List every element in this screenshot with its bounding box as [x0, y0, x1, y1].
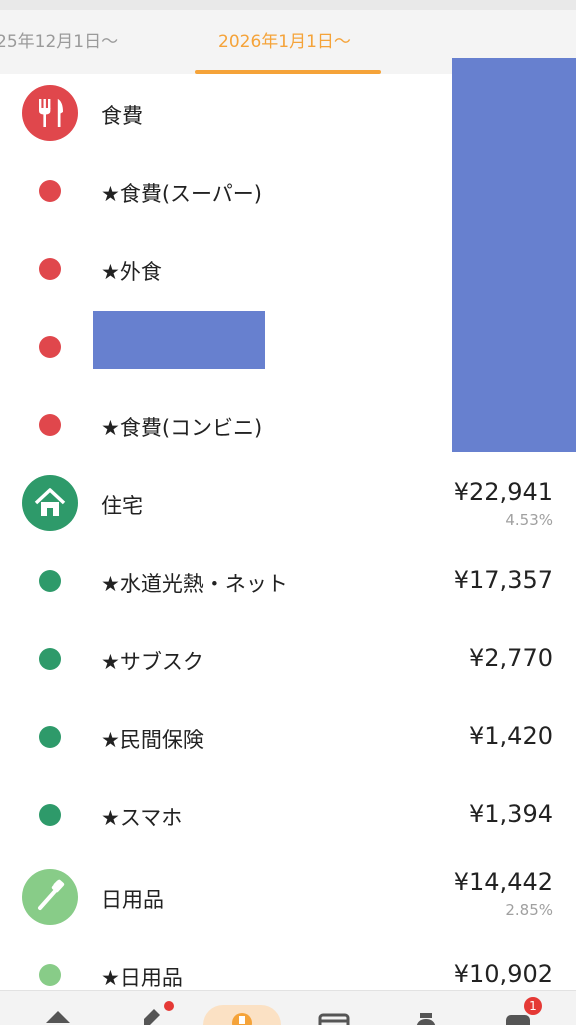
subcategory-label: ★民間保険 [101, 728, 204, 752]
bottom-navigation: 1 [0, 990, 576, 1025]
notification-icon[interactable]: 1 [498, 997, 542, 1025]
category-color-dot [39, 570, 61, 592]
subcategory-row[interactable]: ★民間保険 ¥1,420 [0, 698, 576, 776]
card-icon[interactable] [314, 999, 354, 1025]
subcategory-row[interactable]: ★水道光熱・ネット ¥17,357 [0, 542, 576, 620]
subcategory-amount: ¥10,902 [453, 960, 553, 988]
category-color-dot [39, 414, 61, 436]
subcategory-amount: ¥1,394 [469, 800, 553, 828]
category-amount: ¥22,941 [453, 478, 553, 506]
edit-badge-dot [164, 1001, 174, 1011]
toothbrush-icon [22, 869, 78, 925]
category-color-dot [39, 258, 61, 280]
tab-previous-period[interactable]: 25年12月1日〜 [0, 10, 118, 74]
subcategory-label: ★日用品 [101, 966, 183, 990]
category-row-daily-goods[interactable]: 日用品 ¥14,442 2.85% [0, 854, 576, 932]
category-color-dot [39, 726, 61, 748]
category-label: 食費 [101, 104, 143, 128]
category-color-dot [39, 336, 61, 358]
subcategory-amount: ¥2,770 [469, 644, 553, 672]
subcategory-label: ★外食 [101, 260, 162, 284]
edit-icon[interactable] [130, 999, 174, 1025]
category-row-housing[interactable]: 住宅 ¥22,941 4.53% [0, 464, 576, 542]
subcategory-row[interactable]: ★スマホ ¥1,394 [0, 776, 576, 854]
category-label: 住宅 [101, 494, 143, 518]
fork-knife-icon [22, 85, 78, 141]
house-icon [22, 475, 78, 531]
category-color-dot [39, 804, 61, 826]
category-color-dot [39, 180, 61, 202]
subcategory-label: ★水道光熱・ネット [101, 572, 288, 596]
wallet-icon[interactable] [222, 999, 262, 1025]
subcategory-amount: ¥17,357 [453, 566, 553, 594]
subcategory-amount: ¥1,420 [469, 722, 553, 750]
category-label: 日用品 [101, 888, 164, 912]
subcategory-label: ★スマホ [101, 806, 183, 830]
subcategory-row[interactable]: ★サブスク ¥2,770 [0, 620, 576, 698]
category-color-dot [39, 964, 61, 986]
category-color-dot [39, 648, 61, 670]
subcategory-label: ★食費(コンビニ) [101, 416, 263, 440]
redacted-amounts-block [452, 58, 576, 452]
subcategory-label: ★サブスク [101, 650, 204, 674]
category-amount: ¥14,442 [453, 868, 553, 896]
tab-current-period[interactable]: 2026年1月1日〜 [218, 10, 351, 74]
notification-badge: 1 [524, 997, 542, 1015]
money-bag-icon[interactable] [406, 999, 446, 1025]
redacted-label-block [93, 311, 265, 369]
home-icon[interactable] [38, 999, 78, 1025]
category-percent: 4.53% [505, 511, 553, 529]
category-percent: 2.85% [505, 901, 553, 919]
subcategory-label: ★食費(スーパー) [101, 182, 263, 206]
